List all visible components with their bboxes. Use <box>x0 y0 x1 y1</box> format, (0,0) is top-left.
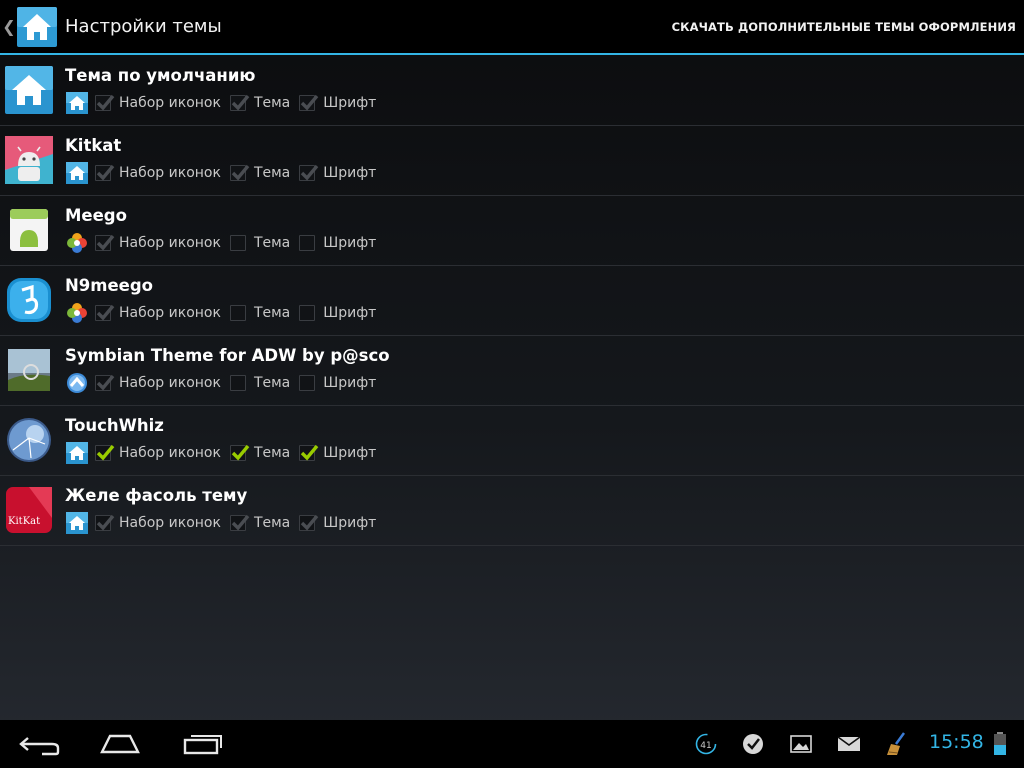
recent-apps-icon[interactable] <box>171 728 231 760</box>
email-icon[interactable] <box>836 732 862 756</box>
icons-checkbox[interactable] <box>95 94 115 111</box>
theme-row[interactable]: Тема по умолчанию Набор иконок Тема Шрифт <box>0 56 1024 126</box>
theme-name: Meego <box>65 206 127 225</box>
theme-row[interactable]: Meego Набор иконок Тема Шрифт <box>0 196 1024 266</box>
theme-label: Тема <box>253 235 291 251</box>
font-checkbox[interactable] <box>299 514 319 531</box>
theme-label: Тема <box>253 445 291 461</box>
icons-checkbox[interactable] <box>95 514 115 531</box>
theme-label: Тема <box>253 165 291 181</box>
theme-name: Желе фасоль тему <box>65 486 248 505</box>
font-label: Шрифт <box>323 305 377 321</box>
theme-options: Набор иконок Тема Шрифт <box>66 512 385 534</box>
theme-label: Тема <box>253 95 291 111</box>
font-label: Шрифт <box>323 95 377 111</box>
theme-row[interactable]: N9meego Набор иконок Тема Шрифт <box>0 266 1024 336</box>
back-caret-icon[interactable]: ❮ <box>2 17 16 36</box>
font-checkbox[interactable] <box>299 235 316 251</box>
screen-title: Настройки темы <box>65 16 222 37</box>
theme-checkbox[interactable] <box>229 94 250 111</box>
theme-options: Набор иконок Тема Шрифт <box>66 372 385 394</box>
theme-checkbox[interactable] <box>229 444 250 461</box>
theme-name: N9meego <box>65 276 154 295</box>
icons-label: Набор иконок <box>119 235 221 251</box>
home-icon <box>66 162 88 184</box>
clover-icon <box>66 302 88 324</box>
icons-label: Набор иконок <box>119 95 221 111</box>
skype-icon[interactable] <box>740 732 766 756</box>
theme-name: Symbian Theme for ADW by p@sco <box>65 346 390 365</box>
icons-label: Набор иконок <box>119 305 221 321</box>
theme-list: Тема по умолчанию Набор иконок Тема Шрифт Ki… <box>0 56 1024 546</box>
icons-label: Набор иконок <box>119 515 221 531</box>
theme-options: Набор иконок Тема Шрифт <box>66 92 385 114</box>
home-icon <box>66 442 88 464</box>
broom-cleaner-icon[interactable] <box>883 732 909 756</box>
system-navigation-bar: 41 15:58 <box>0 720 1024 768</box>
theme-checkbox[interactable] <box>229 375 246 391</box>
theme-options: Набор иконок Тема Шрифт <box>66 162 385 184</box>
theme-name: TouchWhiz <box>65 416 164 435</box>
download-more-themes-button[interactable]: СКАЧАТЬ ДОПОЛНИТЕЛЬНЫЕ ТЕМЫ ОФОРМЛЕНИЯ <box>664 12 1016 42</box>
icons-checkbox[interactable] <box>95 374 115 391</box>
theme-row[interactable]: TouchWhiz Набор иконок Тема Шрифт <box>0 406 1024 476</box>
icons-label: Набор иконок <box>119 375 221 391</box>
font-checkbox[interactable] <box>299 375 316 391</box>
font-label: Шрифт <box>323 445 377 461</box>
font-label: Шрифт <box>323 165 377 181</box>
back-icon[interactable] <box>12 728 72 760</box>
font-checkbox[interactable] <box>299 305 316 321</box>
touchwhiz-icon <box>5 416 53 464</box>
font-checkbox[interactable] <box>299 164 319 181</box>
gallery-icon[interactable] <box>788 732 814 756</box>
home-button-icon[interactable] <box>90 728 150 760</box>
action-bar: ❮ Настройки темы СКАЧАТЬ ДОПОЛНИТЕЛЬНЫЕ … <box>0 0 1024 55</box>
clock[interactable]: 15:58 <box>929 731 984 753</box>
icons-label: Набор иконок <box>119 445 221 461</box>
theme-name: Kitkat <box>65 136 122 155</box>
icons-checkbox[interactable] <box>95 234 115 251</box>
theme-row[interactable]: KitKat Желе фасоль тему Набор иконок Тема Шр… <box>0 476 1024 546</box>
theme-checkbox[interactable] <box>229 514 250 531</box>
font-checkbox[interactable] <box>299 444 319 461</box>
icons-checkbox[interactable] <box>95 164 115 181</box>
icons-checkbox[interactable] <box>95 444 115 461</box>
theme-options: Набор иконок Тема Шрифт <box>66 442 385 464</box>
theme-checkbox[interactable] <box>229 305 246 321</box>
font-label: Шрифт <box>323 375 377 391</box>
n9-icon <box>5 276 53 324</box>
theme-label: Тема <box>253 305 291 321</box>
home-icon <box>66 92 88 114</box>
theme-options: Набор иконок Тема Шрифт <box>66 232 385 254</box>
android-kitkat-icon <box>5 136 53 184</box>
symbian-icon <box>5 346 53 394</box>
font-label: Шрифт <box>323 235 377 251</box>
theme-name: Тема по умолчанию <box>65 66 256 85</box>
notification-count: 41 <box>700 741 711 751</box>
notification-count-icon[interactable]: 41 <box>693 732 719 756</box>
home-icon[interactable] <box>17 6 57 47</box>
home-icon <box>66 512 88 534</box>
clover-icon <box>66 232 88 254</box>
battery-icon[interactable] <box>991 732 1009 756</box>
theme-label: Тема <box>253 375 291 391</box>
kitkat-red-icon: KitKat <box>5 486 53 534</box>
meego-android-icon <box>5 206 53 254</box>
icons-label: Набор иконок <box>119 165 221 181</box>
theme-checkbox[interactable] <box>229 164 250 181</box>
icons-checkbox[interactable] <box>95 304 115 321</box>
font-checkbox[interactable] <box>299 94 319 111</box>
theme-icon-text: KitKat <box>8 516 41 527</box>
home-icon <box>5 66 53 114</box>
adw-icon <box>66 372 88 394</box>
theme-label: Тема <box>253 515 291 531</box>
theme-row[interactable]: Kitkat Набор иконок Тема Шрифт <box>0 126 1024 196</box>
theme-checkbox[interactable] <box>229 235 246 251</box>
theme-row[interactable]: Symbian Theme for ADW by p@sco Набор икон… <box>0 336 1024 406</box>
theme-options: Набор иконок Тема Шрифт <box>66 302 385 324</box>
font-label: Шрифт <box>323 515 377 531</box>
